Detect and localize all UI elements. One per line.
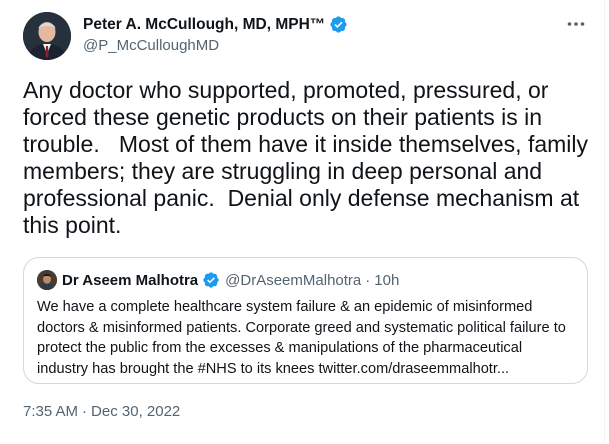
author-name-row[interactable]: Peter A. McCullough, MD, MPH™ [83,15,348,34]
quote-time[interactable]: 10h [374,272,399,289]
quote-separator: · [365,272,371,289]
verified-badge-icon [329,15,348,34]
quoted-tweet[interactable]: Dr Aseem Malhotra @DrAseemMalhotra · 10h… [23,257,588,384]
more-horizontal-icon[interactable] [566,14,586,34]
author-handle[interactable]: @P_McCulloughMD [83,37,219,54]
timestamp-time[interactable]: 7:35 AM [23,403,78,420]
tweet-card: Peter A. McCullough, MD, MPH™ @P_McCullo… [0,0,605,444]
timestamp-separator: · [82,403,88,420]
quote-text: We have a complete healthcare system fai… [37,299,566,377]
tweet-text: Any doctor who supported, promoted, pres… [23,77,595,238]
quote-header: Dr Aseem Malhotra @DrAseemMalhotra · 10h [62,271,399,290]
quote-author-name[interactable]: Dr Aseem Malhotra [62,272,198,289]
timestamp-date[interactable]: Dec 30, 2022 [91,403,180,420]
author-name[interactable]: Peter A. McCullough, MD, MPH™ [83,16,325,34]
quote-author-avatar[interactable] [37,270,57,290]
quote-author-handle[interactable]: @DrAseemMalhotra [225,272,361,289]
author-avatar[interactable] [23,12,71,60]
tweet-timestamp[interactable]: 7:35 AM · Dec 30, 2022 [23,403,180,420]
verified-badge-icon [202,271,221,290]
